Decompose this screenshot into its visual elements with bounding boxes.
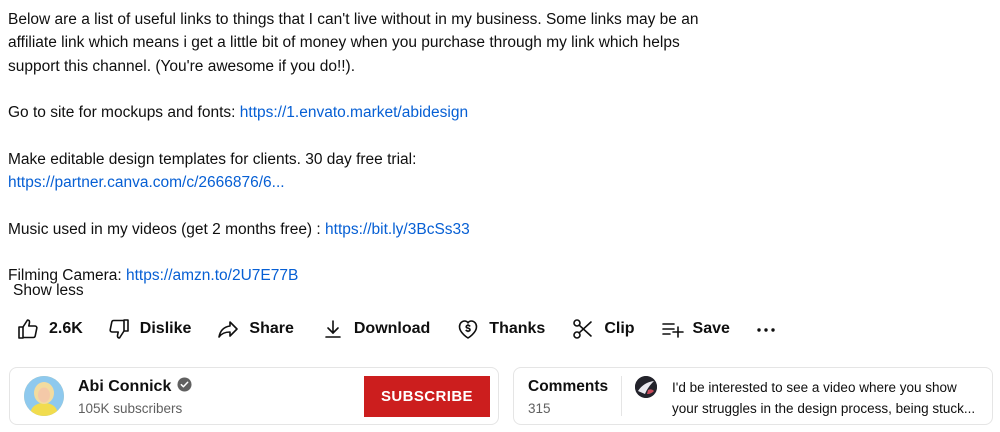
like-button[interactable]: 2.6K bbox=[16, 314, 83, 344]
verified-badge-icon bbox=[171, 377, 192, 397]
comment-preview: I'd be interested to see a video where y… bbox=[672, 377, 982, 419]
music-label: Music used in my videos (get 2 months fr… bbox=[8, 220, 326, 238]
description-templates-line: https://partner.canva.com/c/2666876/6... bbox=[8, 171, 728, 194]
download-label: Download bbox=[353, 320, 431, 337]
video-page: Below are a list of useful links to thin… bbox=[0, 0, 1000, 432]
comment-preview-line: I'd be interested to see a video where y… bbox=[672, 380, 957, 395]
clip-button[interactable]: Clip bbox=[571, 314, 635, 344]
share-label: Share bbox=[249, 320, 294, 337]
description-gap bbox=[8, 241, 728, 264]
action-bar: 2.6K Dislike Share Download Thanks Clip … bbox=[16, 314, 778, 344]
share-icon bbox=[216, 317, 240, 341]
channel-card: Abi Connick 105K subscribers SUBSCRIBE bbox=[9, 367, 499, 425]
thanks-button[interactable]: Thanks bbox=[456, 314, 545, 344]
avatar[interactable] bbox=[24, 376, 64, 416]
channel-name-row[interactable]: Abi Connick bbox=[78, 377, 192, 397]
thanks-heart-icon bbox=[456, 317, 480, 341]
description-gap bbox=[8, 194, 728, 217]
dislike-label: Dislike bbox=[139, 320, 192, 337]
thanks-label: Thanks bbox=[489, 320, 546, 337]
more-actions-button[interactable] bbox=[754, 314, 778, 344]
camera-link[interactable]: https://amzn.to/2U7E77B bbox=[126, 267, 298, 284]
more-horizontal-icon bbox=[754, 317, 778, 341]
save-label: Save bbox=[692, 320, 730, 337]
download-icon bbox=[321, 317, 345, 341]
description-gap bbox=[8, 78, 728, 101]
comments-divider bbox=[621, 376, 622, 416]
download-button[interactable]: Download bbox=[321, 314, 430, 344]
comment-preview-line: your struggles in the design process, be… bbox=[672, 401, 976, 416]
comments-count: 315 bbox=[528, 401, 551, 416]
subscribe-button[interactable]: SUBSCRIBE bbox=[364, 376, 490, 417]
subscriber-count: 105K subscribers bbox=[78, 401, 183, 416]
playlist-add-icon bbox=[660, 317, 684, 341]
description-intro: Below are a list of useful links to thin… bbox=[8, 11, 699, 75]
description-music-line: Music used in my videos (get 2 months fr… bbox=[8, 218, 728, 241]
channel-name[interactable]: Abi Connick bbox=[78, 378, 171, 396]
save-button[interactable]: Save bbox=[660, 314, 730, 344]
mockups-label: Go to site for mockups and fonts: bbox=[8, 104, 240, 122]
templates-label: Make editable design templates for clien… bbox=[8, 150, 417, 168]
thumbs-down-icon bbox=[107, 317, 131, 341]
commenter-avatar bbox=[635, 376, 657, 398]
video-description: Below are a list of useful links to thin… bbox=[8, 8, 728, 288]
music-link[interactable]: https://bit.ly/3BcSs33 bbox=[325, 221, 470, 238]
description-gap bbox=[8, 124, 728, 147]
description-camera-line: Filming Camera: https://amzn.to/2U7E77B bbox=[8, 264, 728, 287]
thumbs-up-icon bbox=[16, 317, 40, 341]
description-mockups-line: Go to site for mockups and fonts: https:… bbox=[8, 101, 728, 124]
dislike-button[interactable]: Dislike bbox=[107, 314, 192, 344]
scissors-icon bbox=[571, 317, 595, 341]
clip-label: Clip bbox=[604, 320, 635, 337]
mockups-link[interactable]: https://1.envato.market/abidesign bbox=[240, 104, 468, 121]
templates-link[interactable]: https://partner.canva.com/c/2666876/6... bbox=[8, 174, 285, 191]
comments-card[interactable]: Comments 315 I'd be interested to see a … bbox=[513, 367, 993, 425]
like-count: 2.6K bbox=[49, 320, 83, 337]
comments-title: Comments bbox=[528, 378, 609, 395]
share-button[interactable]: Share bbox=[216, 314, 294, 344]
show-less-button[interactable]: Show less bbox=[13, 282, 84, 300]
